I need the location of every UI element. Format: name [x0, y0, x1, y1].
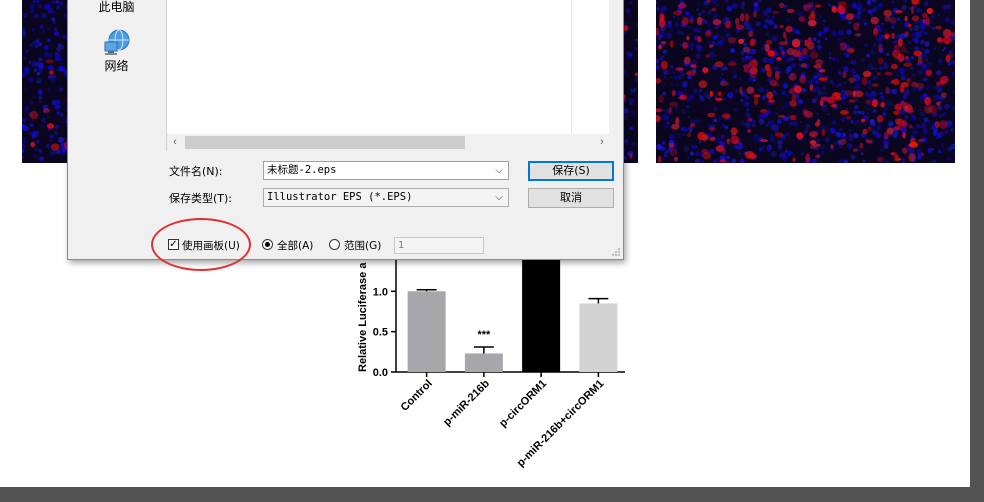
- all-label[interactable]: 全部(A): [277, 238, 313, 253]
- y-tick-label: 0.5: [373, 327, 388, 339]
- y-tick-label: 1.0: [373, 286, 388, 298]
- scroll-left-icon[interactable]: ‹: [167, 134, 183, 151]
- chevron-down-icon[interactable]: ⌵: [493, 189, 505, 206]
- save-as-dialog: 此电脑 网络 ‹ › 文件名(N): 未标题-2.eps ⌵ 保存类型(T): …: [67, 0, 624, 260]
- x-tick-label: p-circORM1: [497, 378, 549, 430]
- use-artboard-checkbox[interactable]: ✓: [168, 239, 179, 250]
- chevron-down-icon[interactable]: ⌵: [493, 162, 505, 179]
- save-button[interactable]: 保存(S): [528, 161, 614, 181]
- nav-item-label: 网络: [104, 59, 129, 73]
- column-divider: [571, 0, 572, 134]
- bar: [522, 255, 561, 372]
- luciferase-bar-chart: 0.0 0.5 1.0 Relative Luciferase a Control p-m…: [340, 255, 640, 487]
- scrollbar-thumb[interactable]: [185, 136, 465, 149]
- nav-item-network[interactable]: 网络: [68, 27, 165, 74]
- scroll-right-icon[interactable]: ›: [594, 134, 610, 151]
- range-radio[interactable]: [329, 239, 340, 250]
- chart-svg: 0.0 0.5 1.0 Relative Luciferase a Control p-m…: [357, 255, 625, 469]
- network-icon: [68, 27, 165, 57]
- range-label[interactable]: 范围(G): [344, 238, 381, 253]
- navigation-pane: 此电脑 网络: [68, 0, 165, 224]
- nav-item-label: 此电脑: [98, 0, 135, 14]
- resize-grip-icon[interactable]: [611, 247, 621, 257]
- significance-label: ***: [477, 329, 491, 341]
- filetype-label: 保存类型(T):: [169, 192, 233, 205]
- y-tick-label: 0.0: [373, 367, 388, 379]
- bar: [464, 353, 503, 372]
- all-radio[interactable]: [262, 239, 273, 250]
- x-tick-label: Control: [399, 378, 435, 414]
- microscopy-image-right: [656, 0, 955, 163]
- file-list[interactable]: [166, 0, 610, 134]
- filename-value: 未标题-2.eps: [267, 164, 337, 176]
- x-tick-label: p-miR-216b: [441, 377, 492, 428]
- bar: [407, 291, 446, 372]
- file-list-horizontal-scrollbar[interactable]: ‹ ›: [166, 134, 610, 151]
- workspace-edge-bottom: [0, 487, 984, 502]
- nav-item-this-pc[interactable]: 此电脑: [68, 0, 165, 15]
- filetype-select[interactable]: Illustrator EPS (*.EPS) ⌵: [263, 188, 509, 207]
- bar: [579, 303, 618, 372]
- y-axis-label: Relative Luciferase a: [357, 262, 369, 372]
- cancel-button[interactable]: 取消: [528, 188, 614, 208]
- range-input[interactable]: 1: [394, 237, 484, 254]
- filename-label: 文件名(N):: [169, 165, 223, 178]
- filename-input[interactable]: 未标题-2.eps ⌵: [263, 161, 509, 180]
- use-artboard-label[interactable]: 使用画板(U): [182, 238, 240, 253]
- filetype-value: Illustrator EPS (*.EPS): [267, 191, 413, 203]
- workspace-edge-right: [970, 0, 984, 502]
- file-list-vertical-scrollbar[interactable]: [609, 0, 623, 151]
